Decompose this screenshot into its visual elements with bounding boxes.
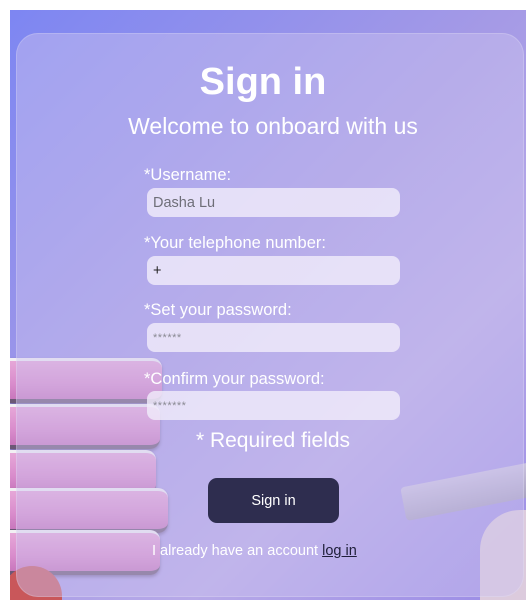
- page-title: Sign in: [199, 61, 327, 103]
- existing-account-text: I already have an account: [152, 543, 319, 559]
- sign-in-button[interactable]: Sign in: [208, 478, 339, 523]
- username-label: *Username:: [144, 166, 232, 184]
- username-input[interactable]: [147, 188, 400, 217]
- telephone-label: *Your telephone number:: [144, 234, 326, 252]
- existing-account-line: I already have an account log in: [152, 542, 357, 560]
- confirm-password-label: *Confirm your password:: [144, 370, 325, 388]
- telephone-input[interactable]: [147, 256, 400, 285]
- login-link[interactable]: log in: [322, 543, 357, 559]
- password-input[interactable]: [147, 323, 400, 352]
- confirm-password-input[interactable]: [147, 391, 400, 420]
- required-fields-note: * Required fields: [195, 429, 351, 452]
- page-subtitle: Welcome to onboard with us: [128, 113, 418, 139]
- password-label: *Set your password:: [144, 301, 292, 319]
